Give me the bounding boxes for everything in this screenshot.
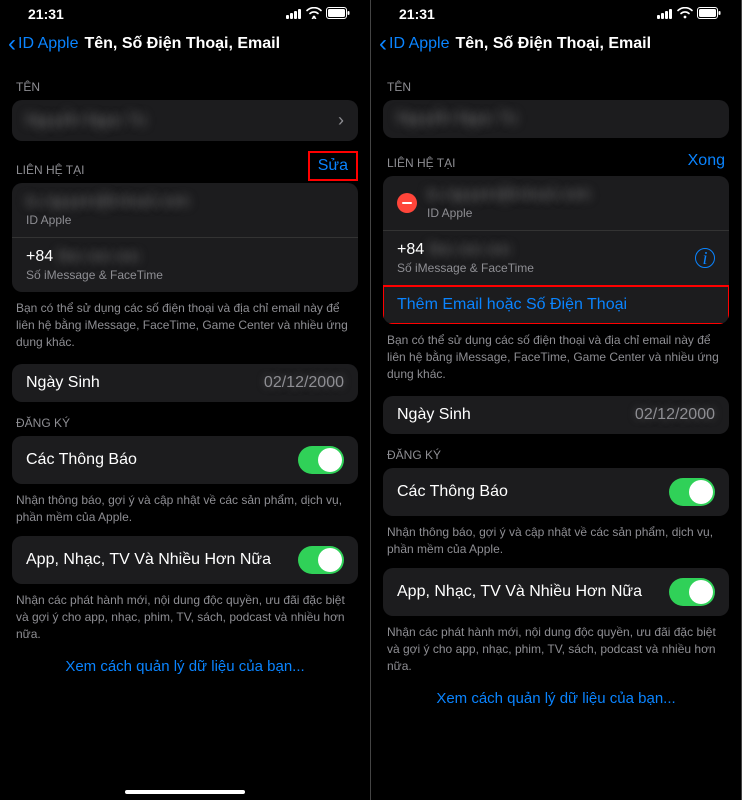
page-title: Tên, Số Điện Thoại, Email xyxy=(84,35,280,53)
birthday-label: Ngày Sinh xyxy=(397,406,635,424)
content: TÊN Nguyễn Ngọc Tú › LIÊN HỆ TẠI Sửa tu.… xyxy=(0,66,370,800)
contact-phone-sub: Số iMessage & FaceTime xyxy=(26,268,344,282)
battery-icon xyxy=(697,6,721,22)
notify-group: Các Thông Báo xyxy=(12,436,358,484)
status-bar: 21:31 xyxy=(0,0,370,24)
page-title: Tên, Số Điện Thoại, Email xyxy=(455,35,651,53)
add-contact-label: Thêm Email hoặc Số Điện Thoại xyxy=(397,296,627,314)
contact-email-value: tu.nguyen@icloud.com xyxy=(427,186,715,204)
notify-cell: Các Thông Báo xyxy=(12,436,358,484)
contact-email-value: tu.nguyen@icloud.com xyxy=(26,193,344,211)
section-label-contact: LIÊN HỆ TẠI xyxy=(16,163,84,177)
section-header-contact: LIÊN HỆ TẠI Sửa xyxy=(0,141,370,183)
birthday-value: 02/12/2000 xyxy=(635,406,715,424)
signal-icon xyxy=(657,6,673,22)
done-button[interactable]: Xong xyxy=(688,152,725,170)
name-value: Nguyễn Ngọc Tú xyxy=(26,112,338,130)
section-header-contact: LIÊN HỆ TẠI Xong xyxy=(371,138,741,176)
add-contact-button[interactable]: Thêm Email hoặc Số Điện Thoại xyxy=(383,286,729,324)
name-value: Nguyễn Ngọc Tú xyxy=(397,110,715,128)
section-header-name: TÊN xyxy=(0,66,370,100)
wifi-icon xyxy=(306,6,322,22)
section-header-subscribe: ĐĂNG KÝ xyxy=(371,434,741,468)
section-label-contact: LIÊN HỆ TẠI xyxy=(387,156,455,170)
manage-data-link[interactable]: Xem cách quản lý dữ liệu của bạn... xyxy=(371,676,741,721)
section-header-subscribe: ĐĂNG KÝ xyxy=(0,402,370,436)
apps-footer: Nhận các phát hành mới, nội dung độc quy… xyxy=(0,584,370,644)
contact-phone-value: +84 9xx xxx xxx xyxy=(397,241,695,259)
contact-phone-cell[interactable]: +84 9xx xxx xxx Số iMessage & FaceTime i xyxy=(383,231,729,286)
chevron-right-icon: › xyxy=(338,110,344,131)
contact-phone-cell[interactable]: +84 9xx xxx xxx Số iMessage & FaceTime xyxy=(12,238,358,292)
phone-screen-left: 21:31 ‹ ID Apple Tên, Số Điện Thoại, Ema… xyxy=(0,0,371,800)
contact-phone-value: +84 9xx xxx xxx xyxy=(26,248,344,266)
contact-email-cell[interactable]: tu.nguyen@icloud.com ID Apple xyxy=(12,183,358,238)
birthday-group: Ngày Sinh 02/12/2000 xyxy=(12,364,358,402)
apps-group: App, Nhạc, TV Và Nhiều Hơn Nữa xyxy=(12,536,358,584)
status-time: 21:31 xyxy=(399,6,435,22)
signal-icon xyxy=(286,6,302,22)
info-icon[interactable]: i xyxy=(695,248,715,268)
birthday-label: Ngày Sinh xyxy=(26,374,264,392)
notify-label: Các Thông Báo xyxy=(397,483,669,501)
birthday-group: Ngày Sinh 02/12/2000 xyxy=(383,396,729,434)
contact-phone-sub: Số iMessage & FaceTime xyxy=(397,261,695,275)
notify-toggle[interactable] xyxy=(669,478,715,506)
back-button[interactable]: ID Apple xyxy=(389,35,449,53)
back-button[interactable]: ID Apple xyxy=(18,35,78,53)
wifi-icon xyxy=(677,6,693,22)
edit-button[interactable]: Sửa xyxy=(312,155,354,177)
birthday-cell[interactable]: Ngày Sinh 02/12/2000 xyxy=(383,396,729,434)
name-group: Nguyễn Ngọc Tú › xyxy=(12,100,358,141)
apps-toggle[interactable] xyxy=(298,546,344,574)
apps-cell: App, Nhạc, TV Và Nhiều Hơn Nữa xyxy=(383,568,729,616)
contact-group: tu.nguyen@icloud.com ID Apple +84 9xx xx… xyxy=(12,183,358,292)
name-cell[interactable]: Nguyễn Ngọc Tú › xyxy=(12,100,358,141)
section-label-name: TÊN xyxy=(16,80,40,94)
navigation-bar: ‹ ID Apple Tên, Số Điện Thoại, Email xyxy=(0,24,370,66)
apps-label: App, Nhạc, TV Và Nhiều Hơn Nữa xyxy=(26,551,298,569)
apps-cell: App, Nhạc, TV Và Nhiều Hơn Nữa xyxy=(12,536,358,584)
status-time: 21:31 xyxy=(28,6,64,22)
back-chevron-icon[interactable]: ‹ xyxy=(8,32,16,56)
notify-group: Các Thông Báo xyxy=(383,468,729,516)
birthday-cell[interactable]: Ngày Sinh 02/12/2000 xyxy=(12,364,358,402)
apps-group: App, Nhạc, TV Và Nhiều Hơn Nữa xyxy=(383,568,729,616)
notify-footer: Nhận thông báo, gợi ý và cập nhật về các… xyxy=(371,516,741,560)
section-label-subscribe: ĐĂNG KÝ xyxy=(387,448,441,462)
phone-screen-right: 21:31 ‹ ID Apple Tên, Số Điện Thoại, Ema… xyxy=(371,0,742,800)
section-label-name: TÊN xyxy=(387,80,411,94)
apps-toggle[interactable] xyxy=(669,578,715,606)
contact-email-sub: ID Apple xyxy=(26,213,344,227)
notify-footer: Nhận thông báo, gợi ý và cập nhật về các… xyxy=(0,484,370,528)
notify-toggle[interactable] xyxy=(298,446,344,474)
contact-group-edit: tu.nguyen@icloud.com ID Apple +84 9xx xx… xyxy=(383,176,729,324)
status-icons xyxy=(657,6,721,22)
contact-footer: Bạn có thể sử dụng các số điện thoại và … xyxy=(0,292,370,352)
navigation-bar: ‹ ID Apple Tên, Số Điện Thoại, Email xyxy=(371,24,741,66)
name-cell[interactable]: Nguyễn Ngọc Tú xyxy=(383,100,729,138)
apps-footer: Nhận các phát hành mới, nội dung độc quy… xyxy=(371,616,741,676)
delete-icon[interactable] xyxy=(397,193,417,213)
section-label-subscribe: ĐĂNG KÝ xyxy=(16,416,70,430)
status-icons xyxy=(286,6,350,22)
notify-cell: Các Thông Báo xyxy=(383,468,729,516)
contact-email-sub: ID Apple xyxy=(427,206,715,220)
battery-icon xyxy=(326,6,350,22)
status-bar: 21:31 xyxy=(371,0,741,24)
manage-data-link[interactable]: Xem cách quản lý dữ liệu của bạn... xyxy=(0,644,370,689)
contact-email-cell[interactable]: tu.nguyen@icloud.com ID Apple xyxy=(383,176,729,231)
contact-footer: Bạn có thể sử dụng các số điện thoại và … xyxy=(371,324,741,384)
section-header-name: TÊN xyxy=(371,66,741,100)
birthday-value: 02/12/2000 xyxy=(264,374,344,392)
content: TÊN Nguyễn Ngọc Tú LIÊN HỆ TẠI Xong tu.n… xyxy=(371,66,741,800)
name-group: Nguyễn Ngọc Tú xyxy=(383,100,729,138)
notify-label: Các Thông Báo xyxy=(26,451,298,469)
back-chevron-icon[interactable]: ‹ xyxy=(379,32,387,56)
home-indicator[interactable] xyxy=(125,790,245,794)
apps-label: App, Nhạc, TV Và Nhiều Hơn Nữa xyxy=(397,583,669,601)
